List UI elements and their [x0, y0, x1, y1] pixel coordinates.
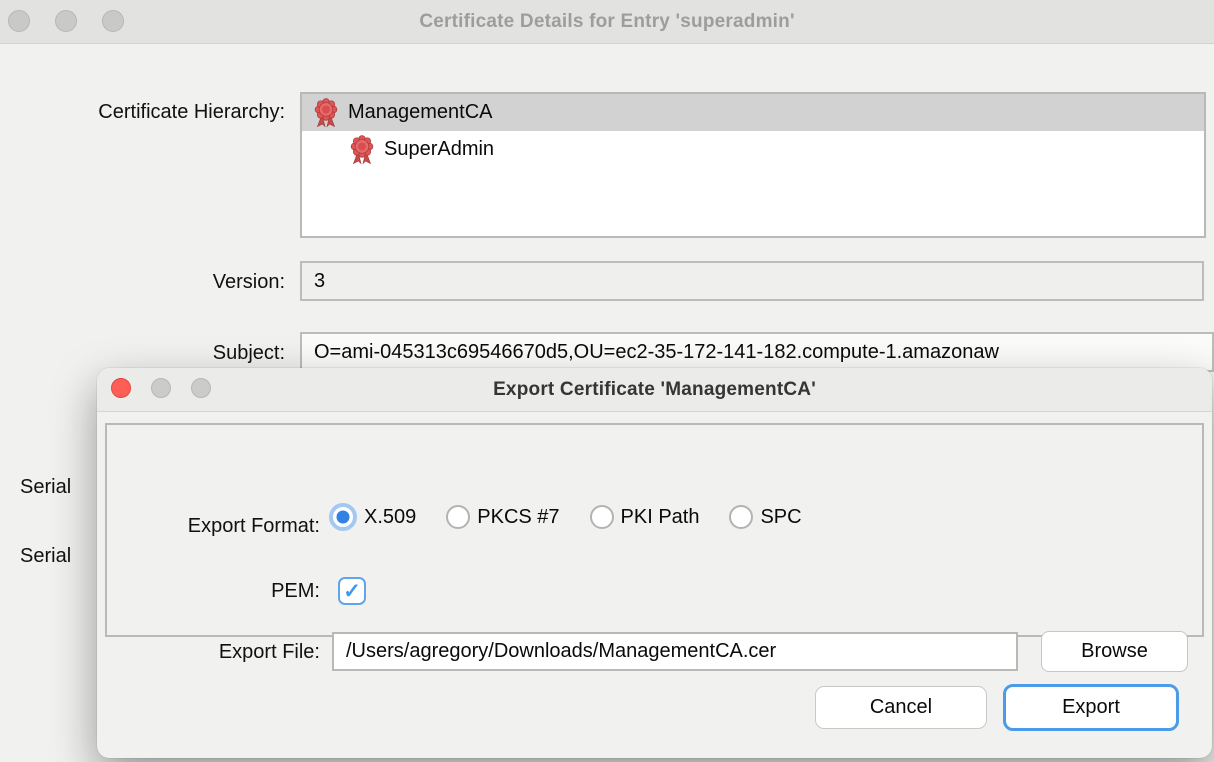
dialog-title: Export Certificate 'ManagementCA'	[493, 379, 816, 401]
radio-unselected-icon[interactable]	[590, 505, 614, 529]
hierarchy-item-superadmin[interactable]: SuperAdmin	[302, 131, 1204, 168]
radio-label: X.509	[364, 506, 416, 529]
export-button[interactable]: Export	[1003, 684, 1179, 731]
pem-checkbox[interactable]: ✓	[338, 577, 366, 605]
export-button-label: Export	[1062, 696, 1120, 719]
radio-option-pkcs7[interactable]: PKCS #7	[446, 505, 559, 529]
close-button-inactive[interactable]	[8, 10, 30, 32]
export-file-label: Export File:	[112, 641, 320, 664]
export-format-label: Export Format:	[112, 515, 320, 538]
radio-label: PKI Path	[621, 506, 700, 529]
browse-button-label: Browse	[1081, 640, 1148, 663]
certificate-ribbon-icon	[350, 134, 374, 165]
radio-unselected-icon[interactable]	[729, 505, 753, 529]
cancel-button-label: Cancel	[870, 696, 932, 719]
subject-label: Subject:	[20, 342, 285, 365]
export-options-group: Export Format: X.509 PKCS #7 PKI Path SP…	[105, 423, 1204, 637]
certificate-hierarchy-list[interactable]: ManagementCA SuperAdmin	[300, 92, 1206, 238]
hierarchy-item-label: ManagementCA	[348, 101, 493, 124]
export-file-value: /Users/agregory/Downloads/ManagementCA.c…	[346, 640, 776, 663]
serial-label-partial: Serial	[20, 476, 96, 499]
certificate-hierarchy-label: Certificate Hierarchy:	[20, 101, 285, 124]
radio-option-spc[interactable]: SPC	[729, 505, 801, 529]
minimize-button[interactable]	[151, 378, 171, 398]
export-certificate-dialog: Export Certificate 'ManagementCA' Export…	[97, 368, 1212, 758]
zoom-button[interactable]	[191, 378, 211, 398]
close-button[interactable]	[111, 378, 131, 398]
version-field[interactable]: 3	[300, 261, 1204, 301]
zoom-button-inactive[interactable]	[102, 10, 124, 32]
export-dialog-titlebar[interactable]: Export Certificate 'ManagementCA'	[97, 368, 1212, 412]
cancel-button[interactable]: Cancel	[815, 686, 987, 729]
subject-value: O=ami-045313c69546670d5,OU=ec2-35-172-14…	[314, 341, 999, 364]
radio-option-pki-path[interactable]: PKI Path	[590, 505, 700, 529]
version-label: Version:	[20, 271, 285, 294]
radio-label: SPC	[760, 506, 801, 529]
minimize-button-inactive[interactable]	[55, 10, 77, 32]
radio-option-x509[interactable]: X.509	[329, 503, 416, 531]
hierarchy-item-label: SuperAdmin	[384, 138, 494, 161]
version-value: 3	[314, 270, 325, 293]
hierarchy-item-managementca[interactable]: ManagementCA	[302, 94, 1204, 131]
subject-field[interactable]: O=ami-045313c69546670d5,OU=ec2-35-172-14…	[300, 332, 1214, 372]
export-file-input[interactable]: /Users/agregory/Downloads/ManagementCA.c…	[332, 632, 1018, 671]
pem-label: PEM:	[112, 580, 320, 603]
radio-selected-icon[interactable]	[329, 503, 357, 531]
radio-label: PKCS #7	[477, 506, 559, 529]
browse-button[interactable]: Browse	[1041, 631, 1188, 672]
radio-unselected-icon[interactable]	[446, 505, 470, 529]
screen: Certificate Details for Entry 'superadmi…	[0, 0, 1214, 762]
serial-label-partial: Serial	[20, 545, 96, 568]
export-format-radio-group: X.509 PKCS #7 PKI Path SPC	[329, 503, 802, 531]
checkmark-icon: ✓	[343, 579, 361, 604]
certificate-details-titlebar[interactable]: Certificate Details for Entry 'superadmi…	[0, 0, 1214, 44]
certificate-ribbon-icon	[314, 97, 338, 128]
window-title: Certificate Details for Entry 'superadmi…	[419, 11, 794, 33]
